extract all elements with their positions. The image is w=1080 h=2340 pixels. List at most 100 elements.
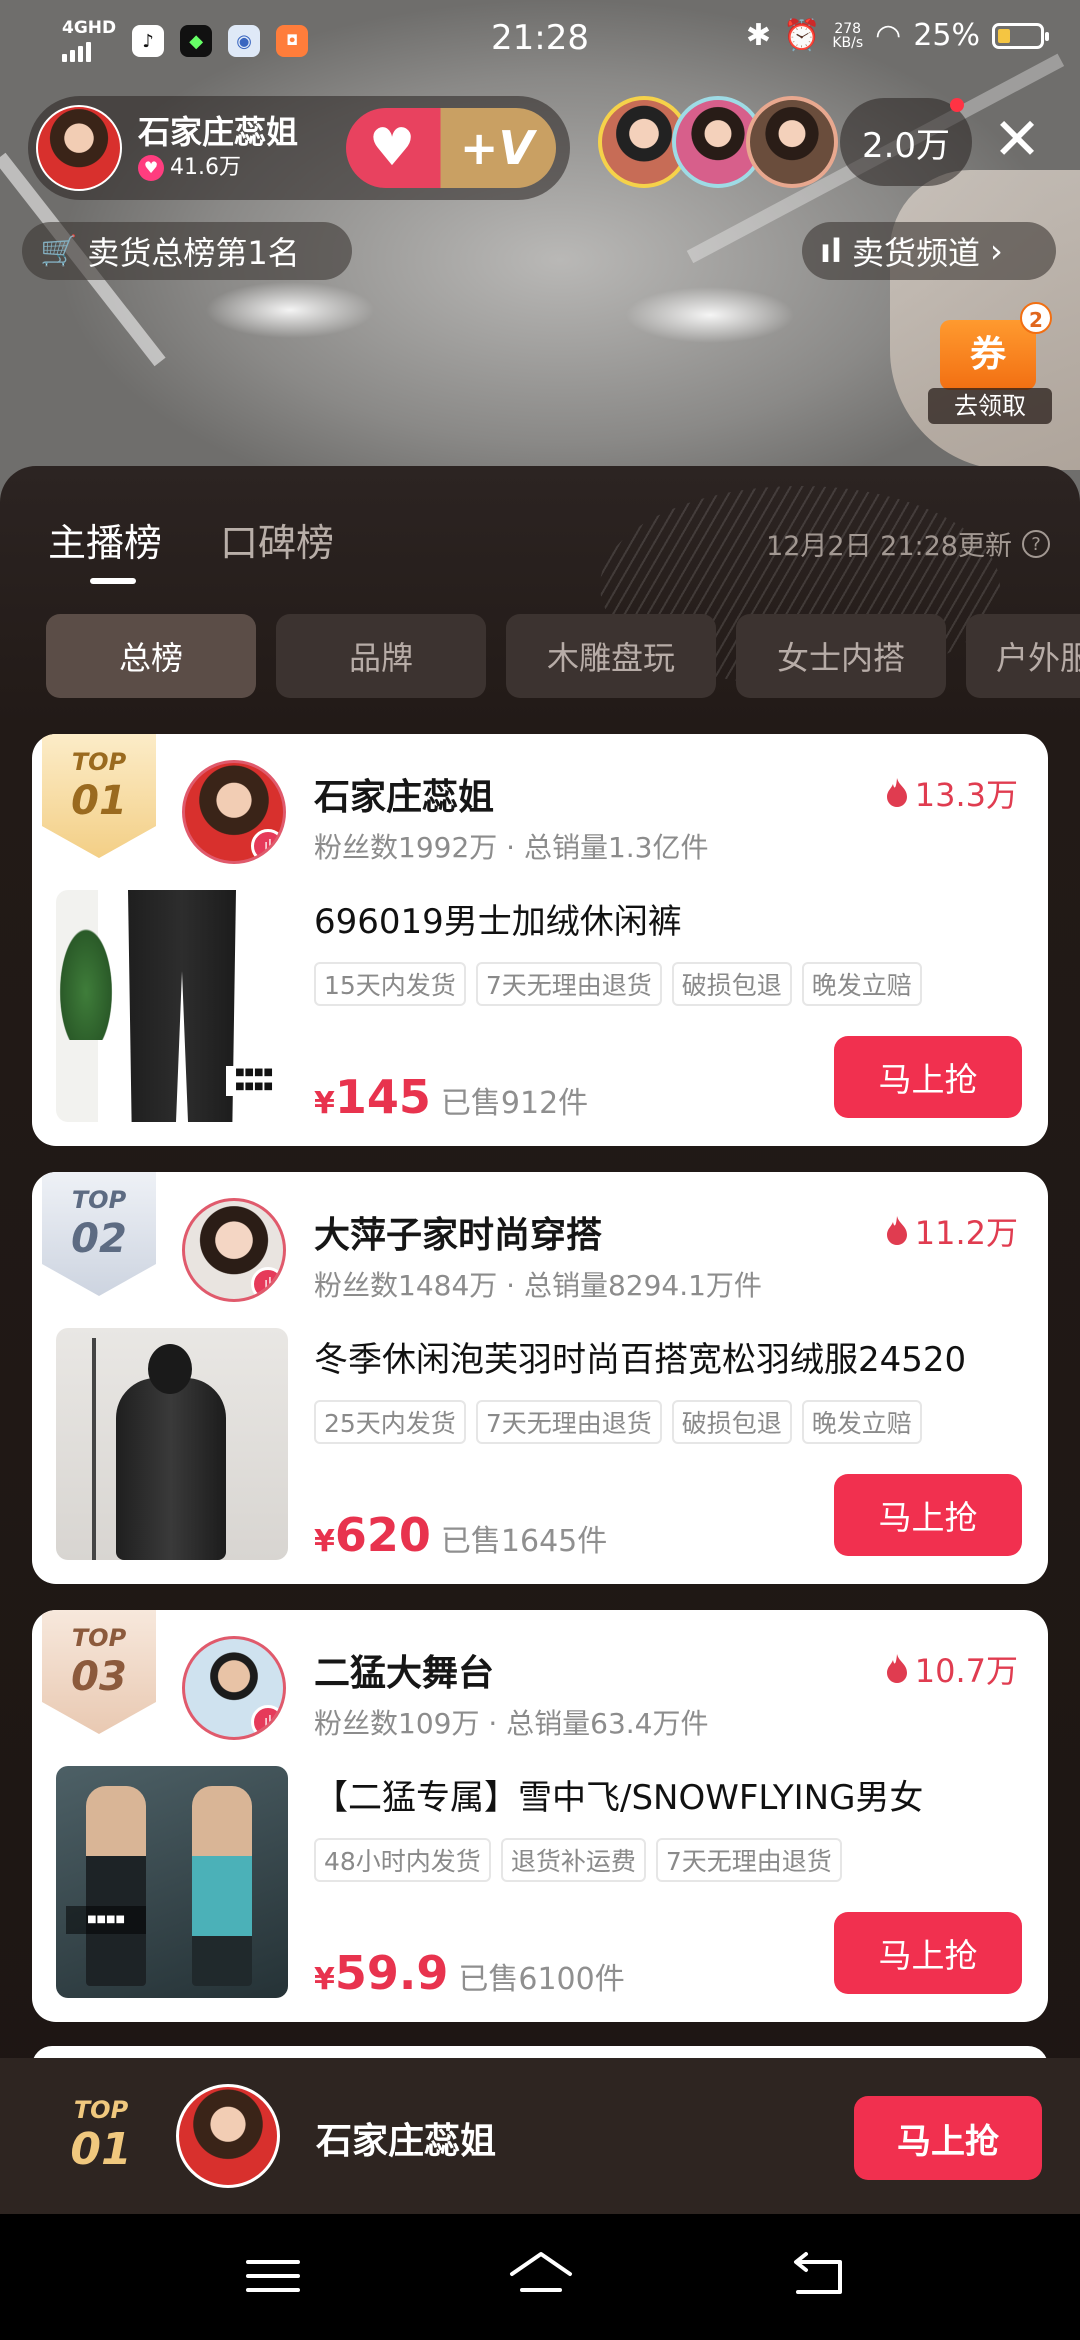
viewer-count: 2.0万 — [861, 125, 951, 166]
coupon-claim-label: 去领取 — [928, 388, 1052, 424]
service-tags: 25天内发货 7天无理由退货 破损包退 晚发立赔 — [314, 1400, 922, 1444]
coupon-icon: 券 — [940, 320, 1036, 390]
fan-club-label: +V — [459, 121, 535, 175]
service-tag: 48小时内发货 — [314, 1838, 491, 1882]
flame-icon — [886, 1216, 907, 1245]
category-wood-carving[interactable]: 木雕盘玩 — [506, 614, 716, 698]
popularity: 13.3万 — [885, 770, 1018, 816]
ranking-card[interactable]: TOP 02 ıl 大萍子家时尚穿搭 粉丝数1484万 · 总销量8294.1万… — [32, 1172, 1048, 1584]
product-image[interactable] — [56, 1328, 288, 1560]
notification-dot — [950, 98, 964, 112]
streamer-avatar[interactable]: ıl — [182, 760, 286, 864]
popularity: 10.7万 — [885, 1646, 1018, 1692]
service-tag: 破损包退 — [671, 1400, 792, 1444]
service-tag: 7天无理由退货 — [475, 962, 662, 1006]
streamer-avatar[interactable]: ıl — [182, 1198, 286, 1302]
wifi-icon: ◠ — [875, 18, 902, 53]
streamer-avatar[interactable]: ıl — [182, 1636, 286, 1740]
follow-button[interactable]: ♥ +V — [346, 108, 556, 188]
streamer-name[interactable]: 石家庄蕊姐 — [314, 768, 494, 820]
live-icon: ıl — [251, 1267, 283, 1299]
menu-icon[interactable] — [238, 2246, 308, 2306]
service-tags: 48小时内发货 退货补运费 7天无理由退货 — [314, 1838, 842, 1882]
buy-now-button[interactable]: 马上抢 — [834, 1912, 1022, 1994]
sold-count: 已售6100件 — [458, 1962, 625, 1997]
streamer-name[interactable]: 大萍子家时尚穿搭 — [314, 1206, 602, 1258]
service-tag: 晚发立赔 — [801, 1400, 922, 1444]
category-brand[interactable]: 品牌 — [276, 614, 486, 698]
tab-reputation-ranking[interactable]: 口碑榜 — [220, 512, 334, 567]
update-time: 12月2日 21:28更新 ? — [766, 524, 1050, 563]
back-icon[interactable] — [784, 2246, 854, 2306]
product-image-watermark: ■■■■ ■■■■ — [226, 1066, 282, 1096]
rank-number: 01 — [71, 778, 127, 824]
rank-top-label: TOP — [73, 2096, 129, 2124]
status-bar: 4GHD ♪ ◆ ◉ ◘ 21:28 ✱ ⏰ 278 KB/s ◠ 25% — [0, 0, 1080, 84]
service-tag: 25天内发货 — [314, 1400, 466, 1444]
host-likes-count: 41.6万 — [170, 155, 241, 180]
alarm-icon: ⏰ — [782, 18, 821, 53]
rank-badge-gold: TOP 01 — [42, 734, 156, 858]
service-tag: 退货补运费 — [500, 1838, 646, 1882]
ranking-card[interactable]: TOP 01 ıl 石家庄蕊姐 粉丝数1992万 · 总销量1.3亿件 13.3… — [32, 734, 1048, 1146]
viewer-count-button[interactable]: 2.0万 — [840, 98, 972, 186]
rank-top-label: TOP — [71, 1186, 127, 1214]
product-title[interactable]: 【二猛专属】雪中飞/SNOWFLYING男女 — [314, 1770, 1034, 1819]
tab-host-ranking[interactable]: 主播榜 — [48, 512, 162, 584]
live-icon: ıl — [251, 1705, 283, 1737]
chevron-right-icon: › — [989, 232, 1003, 270]
buy-now-button[interactable]: 马上抢 — [834, 1474, 1022, 1556]
battery-percent: 25% — [913, 18, 980, 53]
rank-badge-silver: TOP 02 — [42, 1172, 156, 1296]
host-avatar[interactable] — [176, 2084, 280, 2188]
host-avatar[interactable] — [36, 105, 122, 191]
product-title[interactable]: 冬季休闲泡芙羽时尚百搭宽松羽绒服24520 — [314, 1332, 1034, 1381]
ranking-card[interactable]: TOP 03 ıl 二猛大舞台 粉丝数109万 · 总销量63.4万件 10.7… — [32, 1610, 1048, 2022]
coupon-count-badge: 2 — [1020, 302, 1052, 334]
sales-channel-chip[interactable]: ıl 卖货频道 › — [802, 222, 1056, 280]
bar-chart-icon: ıl — [820, 232, 842, 270]
category-womens-innerwear[interactable]: 女士内搭 — [736, 614, 946, 698]
buy-now-button[interactable]: 马上抢 — [854, 2096, 1042, 2180]
flame-icon — [886, 1654, 907, 1683]
product-image[interactable]: ■■■■ — [56, 1766, 288, 1998]
rank-number: 01 — [70, 2124, 132, 2175]
flame-icon — [886, 778, 907, 807]
cart-icon: 🛒 — [40, 233, 78, 269]
top-viewers[interactable] — [598, 96, 838, 188]
service-tag: 破损包退 — [671, 962, 792, 1006]
help-icon[interactable]: ? — [1022, 529, 1050, 558]
sold-count: 已售1645件 — [440, 1524, 608, 1559]
system-navigation-bar — [0, 2214, 1080, 2340]
sales-rank-label: 卖货总榜第1名 — [87, 234, 300, 272]
battery-icon — [992, 22, 1049, 49]
home-icon[interactable] — [506, 2246, 576, 2306]
host-name: 石家庄蕊姐 — [316, 2121, 497, 2162]
category-all[interactable]: 总榜 — [46, 614, 256, 698]
service-tag: 晚发立赔 — [801, 962, 922, 1006]
network-speed: 278 KB/s — [832, 20, 864, 51]
sales-rank-chip[interactable]: 🛒 卖货总榜第1名 — [22, 222, 352, 280]
current-host-bar[interactable]: TOP 01 石家庄蕊姐 马上抢 — [0, 2058, 1080, 2214]
service-tag: 7天无理由退货 — [475, 1400, 662, 1444]
close-icon[interactable]: ✕ — [990, 110, 1044, 168]
product-title[interactable]: 696019男士加绒休闲裤 — [314, 894, 1034, 943]
product-image[interactable]: ■■■■ ■■■■ — [56, 890, 288, 1122]
category-outdoor-wear[interactable]: 户外服 — [966, 614, 1080, 698]
rank-top-label: TOP — [71, 748, 127, 776]
ranking-tabs: 主播榜 口碑榜 — [48, 512, 334, 584]
streamer-stats: 粉丝数109万 · 总销量63.4万件 — [314, 1707, 709, 1740]
streamer-name[interactable]: 二猛大舞台 — [314, 1644, 494, 1696]
coupon-widget[interactable]: 券 2 去领取 — [928, 302, 1052, 424]
plus-heart-icon: ♥ — [368, 118, 416, 178]
category-filter: 总榜 品牌 木雕盘玩 女士内搭 户外服 — [46, 614, 1080, 698]
product-price: ¥ 145 已售912件 — [314, 1070, 589, 1124]
buy-now-button[interactable]: 马上抢 — [834, 1036, 1022, 1118]
service-tags: 15天内发货 7天无理由退货 破损包退 晚发立赔 — [314, 962, 922, 1006]
host-info-pill[interactable]: 石家庄蕊姐 ♥ 41.6万 ♥ +V — [28, 96, 570, 200]
product-image-caption: ■■■■ — [66, 1906, 146, 1934]
rank-number: 02 — [71, 1216, 127, 1262]
viewer-avatar[interactable] — [746, 96, 838, 188]
popularity: 11.2万 — [885, 1208, 1018, 1254]
streamer-stats: 粉丝数1992万 · 总销量1.3亿件 — [314, 831, 709, 864]
